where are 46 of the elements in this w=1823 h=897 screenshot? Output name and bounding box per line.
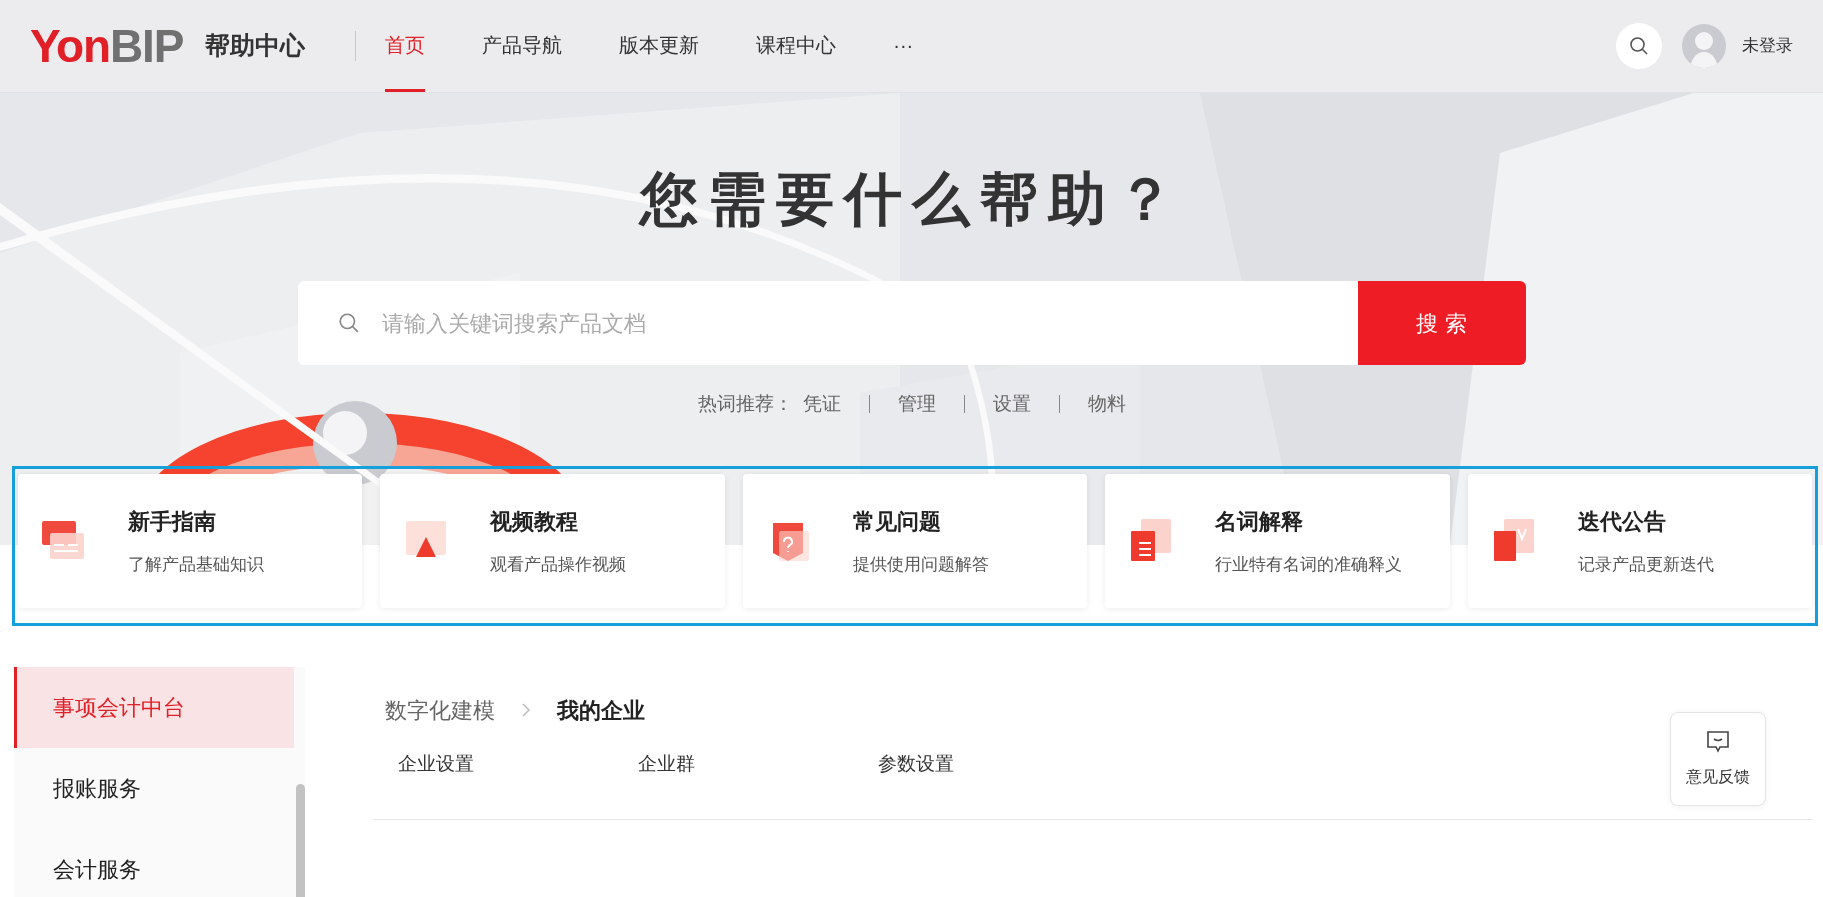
nav-tab[interactable]: ··· xyxy=(893,0,914,92)
hero-title: 您需要什么帮助？ xyxy=(639,165,1184,233)
search-button[interactable]: 搜 索 xyxy=(1357,281,1526,365)
hot-word-link[interactable]: 物料 xyxy=(1087,389,1126,419)
sidebar-item[interactable]: 报账服务 xyxy=(14,748,294,829)
nav-tab[interactable]: 版本更新 xyxy=(619,0,700,92)
search-button[interactable] xyxy=(1616,23,1662,69)
chevron-icon xyxy=(521,702,531,718)
feedback-button[interactable]: 意见反馈 xyxy=(1670,712,1766,806)
sidebar-item[interactable]: 事项会计中台 xyxy=(14,667,294,748)
logo: YonBIP xyxy=(30,23,184,69)
breadcrumb-link[interactable]: 数字化建模 xyxy=(385,693,495,727)
search-icon xyxy=(337,312,360,334)
card-description: 观看产品操作视频 xyxy=(490,553,627,576)
search-bar[interactable]: 请输入关键词搜索产品文档 搜 索 xyxy=(297,281,1526,365)
card-title: 迭代公告 xyxy=(1577,507,1667,536)
login-link[interactable]: 未登录 xyxy=(1742,33,1793,59)
card-description: 行业特有名词的准确释义 xyxy=(1215,553,1403,576)
feature-card[interactable]: 常见问题 提供使用问题解答 xyxy=(742,474,1088,608)
card-description: 提供使用问题解答 xyxy=(852,553,989,576)
sidebar-item[interactable]: 会计服务 xyxy=(14,829,294,897)
hot-word-link[interactable]: 管理 xyxy=(897,389,936,419)
search-icon xyxy=(1629,36,1649,56)
feature-card[interactable]: 视频教程 观看产品操作视频 xyxy=(380,474,725,608)
feature-card[interactable]: 名词解释 行业特有名词的准确释义 xyxy=(1105,474,1450,608)
card-title: 常见问题 xyxy=(852,507,942,536)
section-link[interactable]: 参数设置 xyxy=(878,750,1118,779)
site-title: 帮助中心 xyxy=(205,30,306,62)
section-title: 我的企业 xyxy=(557,696,645,725)
card-title: 新手指南 xyxy=(128,507,217,536)
section-link[interactable]: 企业设置 xyxy=(398,750,638,779)
message-icon xyxy=(1705,729,1731,755)
search-field[interactable]: 请输入关键词搜索产品文档 xyxy=(381,306,1358,340)
hot-word-link[interactable]: 凭证 xyxy=(802,389,841,419)
card-description: 了解产品基础知识 xyxy=(128,553,264,576)
hot-words-label: 热词推荐： xyxy=(697,391,793,416)
card-title: 名词解释 xyxy=(1215,507,1305,536)
nav-tab[interactable]: 课程中心 xyxy=(756,0,837,92)
avatar-icon[interactable] xyxy=(1682,24,1726,68)
card-description: 记录产品更新迭代 xyxy=(1577,553,1714,576)
hot-word-link[interactable]: 设置 xyxy=(992,389,1031,419)
nav-tab[interactable]: 产品导航 xyxy=(482,0,563,92)
card-title: 视频教程 xyxy=(490,507,580,536)
feature-card[interactable]: 迭代公告 记录产品更新迭代 xyxy=(1467,474,1813,608)
section-link[interactable]: 企业群 xyxy=(638,750,878,779)
feature-card[interactable]: 新手指南 了解产品基础知识 xyxy=(18,474,363,608)
